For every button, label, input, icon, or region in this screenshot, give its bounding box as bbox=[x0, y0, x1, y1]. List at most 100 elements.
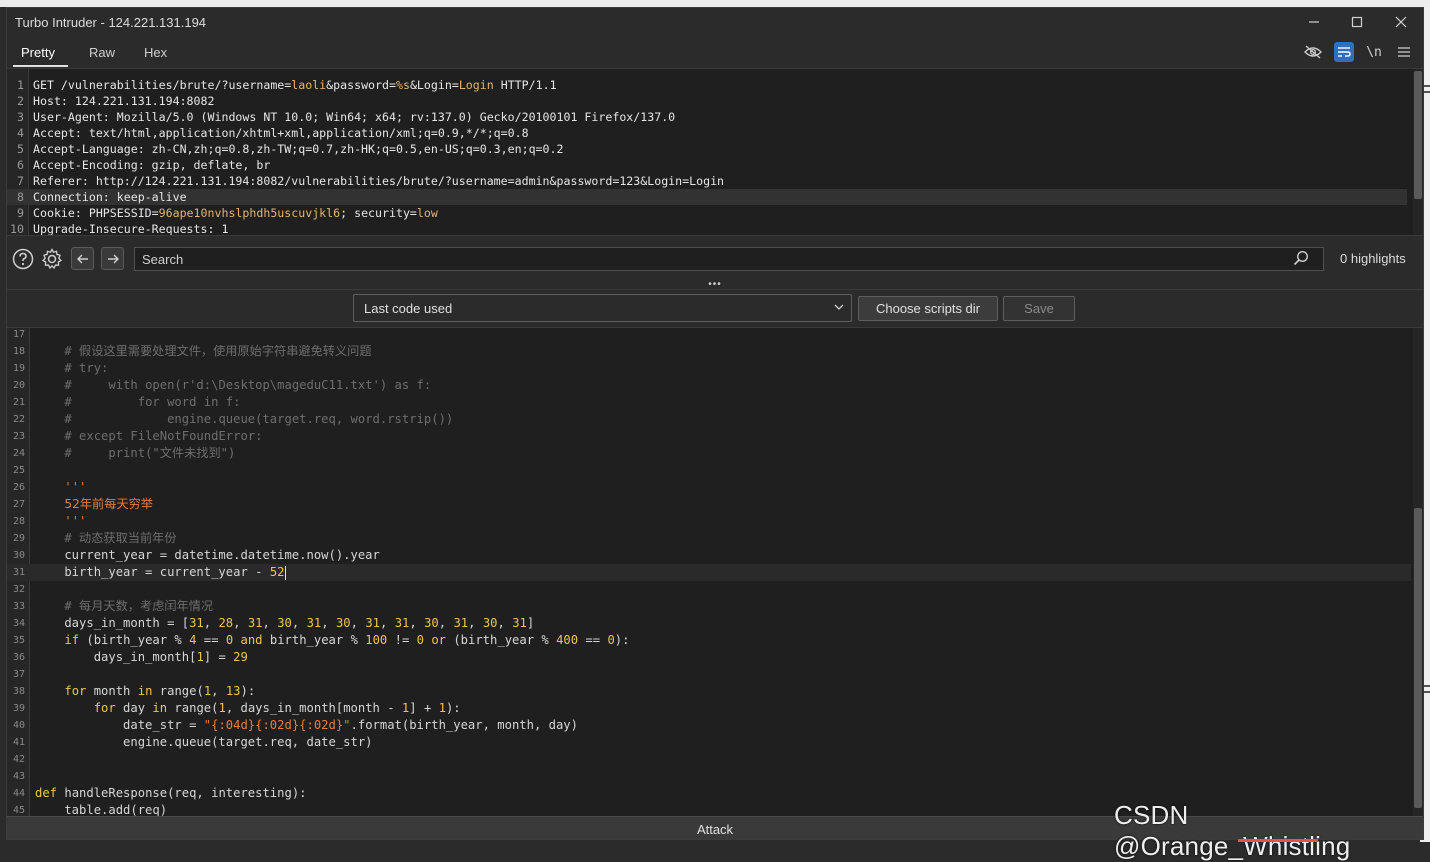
line-number: 33 bbox=[12, 601, 25, 612]
minimize-button[interactable] bbox=[1294, 10, 1334, 34]
code-line-text: # 每月天数，考虑闰年情况 bbox=[64, 599, 214, 613]
minimize-icon bbox=[1309, 21, 1319, 23]
code-scroll-thumb[interactable] bbox=[1414, 508, 1422, 808]
request-line-text: Referer: http://124.221.131.194:8082/vul… bbox=[33, 174, 725, 188]
code-line: 22 # engine.queue(target.req, word.rstri… bbox=[7, 411, 1411, 428]
view-tabs: Pretty Raw Hex bbox=[7, 38, 1423, 68]
save-button[interactable]: Save bbox=[1003, 296, 1075, 321]
request-line: 4 Accept: text/html,application/xhtml+xml… bbox=[7, 125, 1407, 141]
request-line: 6 Accept-Encoding: gzip, deflate, br bbox=[7, 157, 1407, 173]
code-line-text: birth_year = current_year - 52 bbox=[35, 565, 286, 580]
line-number: 44 bbox=[12, 788, 25, 799]
request-line-text: Cookie: PHPSESSID=96ape10nvhslphdh5uscuv… bbox=[33, 206, 438, 220]
line-number: 17 bbox=[12, 329, 25, 340]
request-line-text: Accept-Encoding: gzip, deflate, br bbox=[33, 158, 271, 172]
line-number: 10 bbox=[10, 222, 24, 236]
request-scroll-thumb[interactable] bbox=[1414, 71, 1422, 199]
line-number: 45 bbox=[12, 805, 25, 816]
request-editor[interactable]: 1 GET /vulnerabilities/brute/?username=la… bbox=[7, 68, 1423, 236]
previous-match-button[interactable] bbox=[71, 247, 94, 270]
search-icon bbox=[1293, 250, 1311, 268]
request-line: 8 Connection: keep-alive bbox=[7, 189, 1407, 205]
search-bar: 0 highlights bbox=[7, 235, 1423, 280]
request-line-text: Connection: keep-alive bbox=[33, 190, 187, 204]
menu-button[interactable] bbox=[1394, 42, 1414, 62]
pane-splitter-handle[interactable]: ••• bbox=[7, 279, 1423, 290]
wrap-lines-icon bbox=[1338, 47, 1351, 57]
active-tab-indicator bbox=[13, 65, 68, 67]
highlights-count: 0 highlights bbox=[1340, 251, 1406, 266]
code-line: 24 # print("文件未找到") bbox=[7, 445, 1411, 462]
code-line-text: current_year = datetime.datetime.now().y… bbox=[35, 548, 380, 562]
code-line: 35 if (birth_year % 4 == 0 and birth_yea… bbox=[7, 632, 1411, 649]
code-line: 43 bbox=[7, 768, 1411, 785]
code-line: 29 # 动态获取当前年份 bbox=[7, 530, 1411, 547]
request-line-text: Host: 124.221.131.194:8082 bbox=[33, 94, 215, 108]
close-button[interactable] bbox=[1381, 10, 1421, 34]
arrow-left-icon bbox=[76, 254, 88, 263]
request-line: 3 User-Agent: Mozilla/5.0 (Windows NT 10.… bbox=[7, 109, 1407, 125]
request-line: 2 Host: 124.221.131.194:8082 bbox=[7, 93, 1407, 109]
hide-nonprinting-button[interactable] bbox=[1303, 42, 1323, 62]
line-number: 4 bbox=[17, 126, 24, 140]
line-number: 7 bbox=[17, 174, 24, 188]
line-number: 35 bbox=[12, 635, 25, 646]
line-number: 39 bbox=[12, 703, 25, 714]
line-number: 18 bbox=[12, 346, 25, 357]
code-line: 40 date_str = "{:04d}{:02d}{:02d}".forma… bbox=[7, 717, 1411, 734]
code-line-text: def handleResponse(req, interesting): bbox=[35, 786, 307, 800]
line-number: 23 bbox=[12, 431, 25, 442]
code-line-text: 52年前每天穷举 bbox=[64, 497, 153, 511]
code-line: 25 bbox=[7, 462, 1411, 479]
line-number: 5 bbox=[17, 142, 24, 156]
line-number: 29 bbox=[12, 533, 25, 544]
settings-button[interactable] bbox=[41, 248, 63, 270]
line-number: 37 bbox=[12, 669, 25, 680]
code-scrollbar[interactable] bbox=[1413, 328, 1423, 817]
line-number: 40 bbox=[12, 720, 25, 731]
next-match-button[interactable] bbox=[101, 247, 124, 270]
line-number: 34 bbox=[12, 618, 25, 629]
line-number: 9 bbox=[17, 206, 24, 220]
request-line-text: Upgrade-Insecure-Requests: 1 bbox=[33, 222, 229, 236]
code-line-text: # for word in f: bbox=[64, 395, 241, 409]
tab-pretty[interactable]: Pretty bbox=[21, 45, 55, 60]
line-number: 2 bbox=[17, 94, 24, 108]
request-line-text: GET /vulnerabilities/brute/?username=lao… bbox=[33, 78, 557, 92]
code-line-text: days_in_month[1] = 29 bbox=[35, 650, 248, 664]
request-line: 1 GET /vulnerabilities/brute/?username=la… bbox=[7, 77, 1407, 93]
search-input[interactable] bbox=[134, 247, 1324, 271]
turbo-intruder-window: Turbo Intruder - 124.221.131.194 Pretty … bbox=[6, 7, 1424, 840]
help-icon bbox=[12, 248, 34, 270]
code-line-text: ''' bbox=[64, 514, 87, 528]
maximize-icon bbox=[1351, 16, 1363, 28]
code-line: 30 current_year = datetime.datetime.now(… bbox=[7, 547, 1411, 564]
request-line-text: User-Agent: Mozilla/5.0 (Windows NT 10.0… bbox=[33, 110, 676, 124]
line-number: 30 bbox=[12, 550, 25, 561]
request-line: 7 Referer: http://124.221.131.194:8082/vu… bbox=[7, 173, 1407, 189]
script-code-editor[interactable]: 17 18 # 假设这里需要处理文件，使用原始字符串避免转义问题 19 # try:… bbox=[7, 327, 1423, 817]
request-line: 9 Cookie: PHPSESSID=96ape10nvhslphdh5uscu… bbox=[7, 205, 1407, 221]
show-newlines-button[interactable]: \n bbox=[1364, 42, 1384, 62]
script-select-dropdown[interactable]: Last code used bbox=[353, 294, 852, 322]
request-line-text: Accept-Language: zh-CN,zh;q=0.8,zh-TW;q=… bbox=[33, 142, 564, 156]
close-icon bbox=[1395, 16, 1407, 28]
code-line: 26 ''' bbox=[7, 479, 1411, 496]
tab-hex[interactable]: Hex bbox=[144, 45, 167, 60]
word-wrap-toggle[interactable] bbox=[1334, 42, 1354, 62]
help-button[interactable] bbox=[12, 248, 34, 270]
tab-raw[interactable]: Raw bbox=[89, 45, 115, 60]
gear-icon bbox=[41, 248, 63, 270]
code-line-text: engine.queue(target.req, date_str) bbox=[35, 735, 373, 749]
code-line-text: # 动态获取当前年份 bbox=[64, 531, 177, 545]
line-number: 21 bbox=[12, 397, 25, 408]
code-line-text: days_in_month = [31, 28, 31, 30, 31, 30,… bbox=[35, 616, 535, 630]
code-line: 27 52年前每天穷举 bbox=[7, 496, 1411, 513]
choose-scripts-dir-button[interactable]: Choose scripts dir bbox=[858, 296, 998, 321]
title-bar: Turbo Intruder - 124.221.131.194 bbox=[7, 8, 1423, 36]
request-scrollbar[interactable] bbox=[1413, 69, 1423, 236]
maximize-button[interactable] bbox=[1337, 10, 1377, 34]
code-line-text: if (birth_year % 4 == 0 and birth_year %… bbox=[64, 633, 630, 647]
window-title: Turbo Intruder - 124.221.131.194 bbox=[15, 15, 207, 30]
code-line: 31 birth_year = current_year - 52 bbox=[7, 564, 1411, 581]
